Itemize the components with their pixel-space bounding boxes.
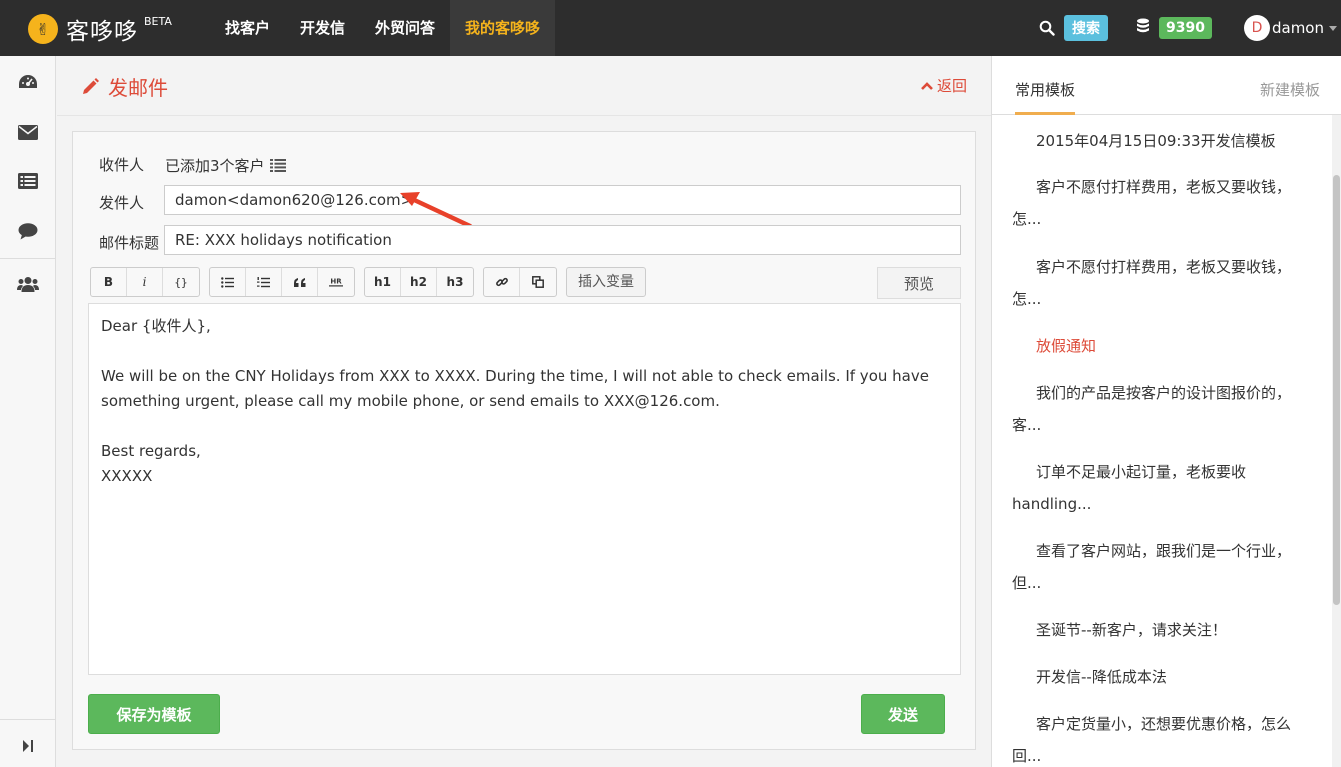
bold-button[interactable]: B [91, 268, 127, 296]
navbar-right: 搜索 9390 D damon [1039, 0, 1341, 56]
body-line [101, 339, 948, 364]
user-menu[interactable]: D damon [1243, 15, 1341, 41]
tab-common-templates[interactable]: 常用模板 [1015, 79, 1076, 115]
username: damon [1271, 19, 1324, 37]
horizontal-rule-icon: HR [329, 278, 343, 287]
nav-find-customers[interactable]: 找客户 [210, 0, 285, 56]
sender-label: 发件人 [99, 194, 145, 212]
compose-form: 收件人 已添加3个客户 发件人 damon<damon620@126.com> … [72, 131, 976, 750]
pencil-icon [83, 77, 99, 94]
main-panel: 发邮件 返回 收件人 已添加3个客户 发件人 damon<damon620@12… [57, 56, 991, 767]
back-link[interactable]: 返回 [921, 75, 967, 96]
h3-button[interactable]: h3 [437, 268, 473, 296]
dashboard-icon[interactable] [0, 62, 56, 102]
template-item[interactable]: 客户定货量小，还想要优惠价格，怎么 回... [1012, 708, 1312, 767]
quote-button[interactable] [282, 268, 318, 296]
italic-button[interactable]: i [127, 268, 163, 296]
insert-variable-button[interactable]: 插入变量 [566, 267, 646, 297]
list-icon [269, 159, 286, 172]
bullet-list-icon [221, 276, 234, 288]
body-line [101, 414, 948, 439]
link-button[interactable] [484, 268, 520, 296]
sidebar-divider [0, 719, 56, 720]
nav-my-account[interactable]: 我的客哆哆 [450, 0, 556, 56]
body-line: Best regards, [101, 442, 201, 460]
send-button[interactable]: 发送 [861, 694, 945, 734]
scrollbar-thumb[interactable] [1333, 175, 1340, 605]
sender-field[interactable]: damon<damon620@126.com> [164, 185, 961, 215]
scrollbar[interactable] [1332, 115, 1341, 767]
numbered-list-button[interactable] [246, 268, 282, 296]
envelope-icon[interactable] [0, 112, 56, 152]
icon-sidebar [0, 56, 56, 767]
email-body-editor[interactable]: Dear {收件人}, We will be on the CNY Holida… [88, 303, 961, 675]
template-item[interactable]: 客户不愿付打样费用，老板又要收钱， 怎... [1012, 251, 1312, 315]
image-button[interactable] [520, 268, 556, 296]
format-group: B i {} [90, 267, 200, 297]
body-line: Dear {收件人}, [101, 317, 211, 335]
preview-button[interactable]: 预览 [877, 267, 961, 299]
nav-dev-letters[interactable]: 开发信 [285, 0, 360, 56]
page-header: 发邮件 返回 [57, 56, 991, 116]
copy-icon [532, 276, 544, 288]
template-item[interactable]: 查看了客户网站，跟我们是一个行业， 但... [1012, 535, 1312, 599]
main-nav: 找客户 开发信 外贸问答 我的客哆哆 [210, 0, 556, 56]
template-item[interactable]: 圣诞节--新客户，请求关注！ [1012, 614, 1312, 646]
database-icon [1136, 18, 1150, 39]
h1-button[interactable]: h1 [365, 268, 401, 296]
collapse-icon[interactable] [0, 726, 56, 766]
recipient-count: 已添加3个客户 [165, 157, 265, 175]
page-title: 发邮件 [81, 72, 168, 101]
header-divider [57, 115, 991, 116]
chevron-up-icon [921, 82, 933, 90]
link-icon [495, 277, 508, 287]
save-template-button[interactable]: 保存为模板 [88, 694, 220, 734]
logo-icon: ✌ [28, 14, 58, 44]
list-icon[interactable] [0, 161, 56, 201]
block-group: HR [209, 267, 355, 297]
h2-button[interactable]: h2 [401, 268, 437, 296]
beta-label: BETA [144, 15, 172, 28]
hr-button[interactable]: HR [318, 268, 354, 296]
svg-text:HR: HR [330, 278, 342, 286]
template-item[interactable]: 客户不愿付打样费用，老板又要收钱， 怎... [1012, 171, 1312, 235]
page-title-text: 发邮件 [108, 76, 168, 100]
avatar: D [1243, 15, 1270, 41]
caret-down-icon [1329, 25, 1337, 31]
editor-toolbar: B i {} HR h1 h2 h3 插入变量 预览 [90, 267, 961, 299]
subject-field[interactable]: RE: XXX holidays notification [164, 225, 961, 255]
search-icon[interactable] [1039, 20, 1055, 36]
search-button[interactable]: 搜索 [1064, 15, 1109, 41]
app-name: 客哆哆 [66, 19, 138, 45]
tab-new-template[interactable]: 新建模板 [1260, 79, 1320, 100]
body-line: XXXXX [101, 467, 153, 485]
comment-icon[interactable] [0, 211, 56, 251]
app-logo[interactable]: ✌ 客哆哆 BETA [28, 12, 172, 46]
subject-label: 邮件标题 [99, 234, 160, 252]
numbered-list-icon [257, 276, 270, 287]
quote-icon [293, 277, 305, 287]
insert-group [483, 267, 557, 297]
templates-tabs: 常用模板 新建模板 [992, 56, 1341, 115]
top-navbar: ✌ 客哆哆 BETA 找客户 开发信 外贸问答 我的客哆哆 搜索 9390 D … [0, 0, 1341, 56]
template-item[interactable]: 订单不足最小起订量，老板要收 handling... [1012, 456, 1312, 520]
points-badge[interactable]: 9390 [1159, 17, 1212, 39]
template-item[interactable]: 放假通知 [1012, 330, 1312, 362]
users-icon[interactable] [0, 264, 56, 304]
heading-group: h1 h2 h3 [364, 267, 474, 297]
body-line: something urgent, please call my mobile … [101, 392, 720, 410]
template-item[interactable]: 2015年04月15日09:33开发信模板 [1012, 125, 1312, 157]
templates-panel: 常用模板 新建模板 2015年04月15日09:33开发信模板 客户不愿付打样费… [991, 56, 1341, 767]
back-label: 返回 [936, 77, 967, 95]
recipient-label: 收件人 [99, 156, 145, 174]
recipient-summary[interactable]: 已添加3个客户 [165, 155, 286, 176]
body-line: We will be on the CNY Holidays from XXX … [101, 367, 929, 385]
bullet-list-button[interactable] [210, 268, 246, 296]
template-item[interactable]: 开发信--降低成本法 [1012, 661, 1312, 693]
template-item[interactable]: 我们的产品是按客户的设计图报价的， 客... [1012, 377, 1312, 441]
nav-trade-qa[interactable]: 外贸问答 [360, 0, 450, 56]
code-button[interactable]: {} [163, 268, 199, 296]
sidebar-divider [0, 258, 56, 259]
